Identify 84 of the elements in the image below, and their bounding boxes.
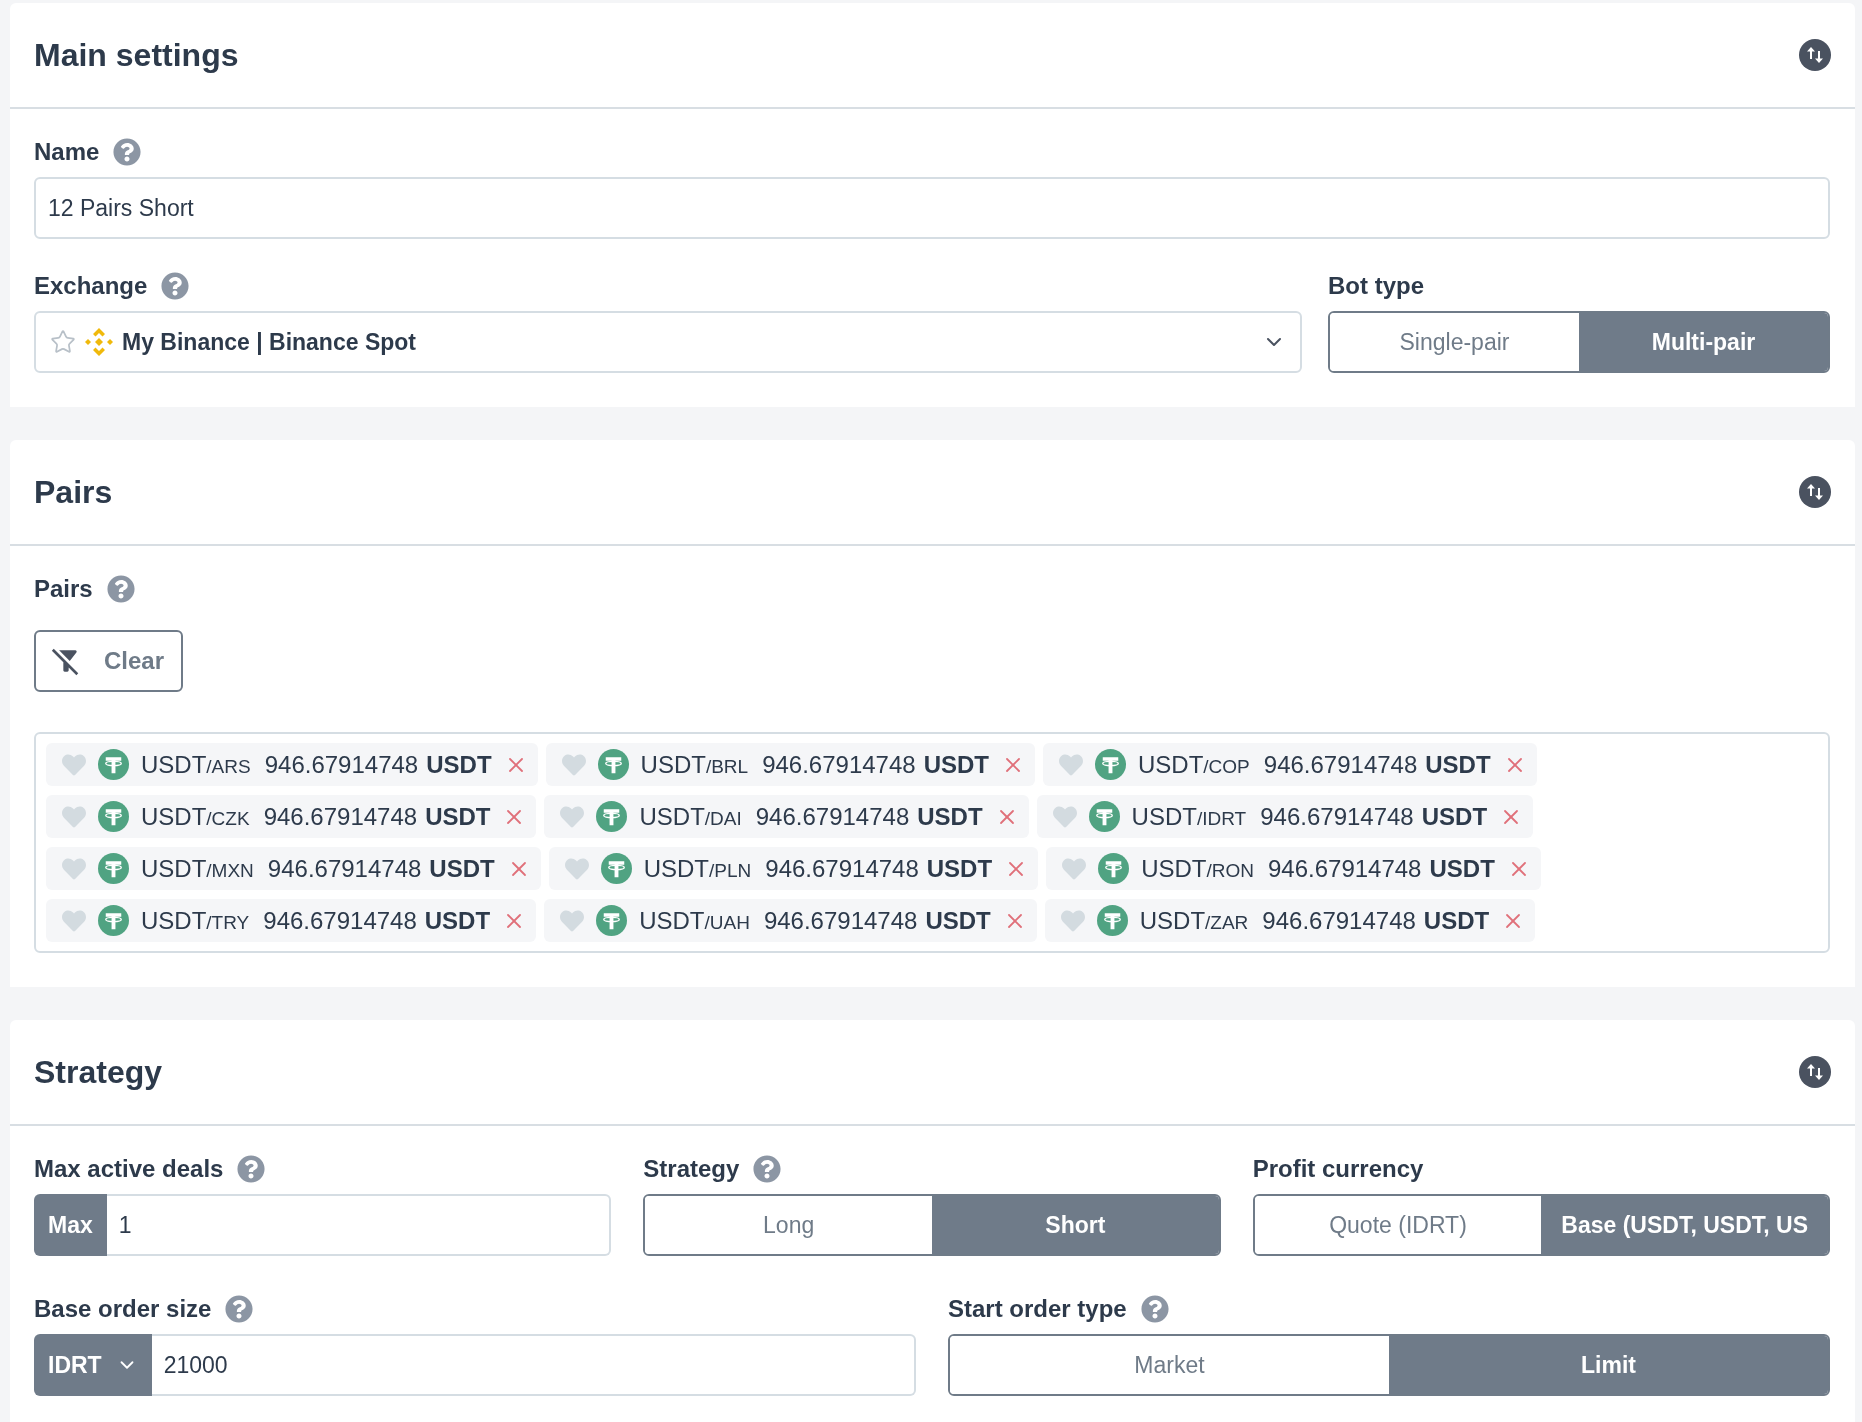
name-field[interactable]: 12 Pairs Short — [34, 177, 1830, 239]
coin-icon — [1088, 801, 1120, 832]
section-title: Main settings — [34, 36, 239, 74]
coin-icon — [1096, 905, 1128, 936]
pair-label: USDT/ARS — [141, 750, 251, 779]
pair-label: USDT/DAI — [639, 802, 742, 831]
pair-label: USDT/RON — [1141, 854, 1254, 883]
pair-amount: 946.67914748 — [1260, 802, 1414, 831]
field-label: Base order size — [34, 1295, 212, 1323]
option-button[interactable]: Limit — [1389, 1336, 1828, 1394]
option-button[interactable]: Short — [932, 1196, 1219, 1254]
exchange-select[interactable]: My Binance | Binance Spot — [34, 311, 1302, 373]
help-icon[interactable] — [113, 138, 142, 166]
help-icon[interactable] — [106, 575, 135, 603]
pair-label: USDT/IDRT — [1131, 802, 1247, 831]
pair-currency: USDT — [926, 854, 993, 883]
field-label: Pairs — [34, 575, 93, 603]
pair-amount: 946.67914748 — [264, 750, 419, 779]
pair-currency: USDT — [1429, 854, 1495, 883]
field-label: Start order type — [948, 1295, 1127, 1323]
field-label: Profit currency — [1252, 1155, 1424, 1183]
pair-amount: 946.67914748 — [762, 750, 916, 779]
pair-currency: USDT — [429, 854, 495, 883]
pair-currency: USDT — [1423, 906, 1490, 935]
select-value: My Binance | Binance Spot — [122, 328, 417, 356]
coin-icon — [596, 905, 628, 936]
field-label: Exchange — [34, 272, 148, 300]
pair-amount: 946.67914748 — [263, 906, 417, 935]
pair-amount: 946.67914748 — [263, 802, 418, 831]
max-addon: Max — [34, 1194, 107, 1256]
pair-label: USDT/COP — [1138, 750, 1250, 779]
pair-currency: USDT — [917, 802, 983, 831]
pair-label: USDT/ZAR — [1139, 906, 1249, 935]
coin-icon — [1098, 853, 1130, 884]
pair-label: USDT/BRL — [640, 750, 749, 779]
pair-currency: USDT — [426, 750, 492, 779]
pair-amount: 946.67914748 — [1262, 906, 1416, 935]
help-icon[interactable] — [1140, 1295, 1169, 1323]
coin-icon — [600, 853, 632, 884]
pair-label: USDT/TRY — [141, 906, 250, 935]
pair-amount: 946.67914748 — [765, 854, 919, 883]
pair-currency: USDT — [425, 802, 491, 831]
star-icon[interactable] — [50, 329, 76, 355]
pair-currency: USDT — [1421, 802, 1488, 831]
help-icon[interactable] — [161, 272, 190, 300]
help-icon[interactable] — [225, 1295, 254, 1323]
field-label: Max active deals — [34, 1155, 224, 1183]
option-button[interactable]: Base (USDT, USDT, US — [1541, 1196, 1828, 1254]
pair-label: USDT/PLN — [643, 854, 752, 883]
pair-amount: 946.67914748 — [1267, 854, 1422, 883]
pair-amount: 946.67914748 — [763, 906, 918, 935]
section-title: Strategy — [34, 1053, 163, 1091]
pair-label: USDT/CZK — [141, 802, 250, 831]
pair-currency: USDT — [925, 906, 991, 935]
help-icon[interactable] — [237, 1155, 266, 1183]
up-down-arrows-icon[interactable] — [1799, 1056, 1831, 1088]
pair-label: USDT/MXN — [141, 854, 254, 883]
coin-icon — [1095, 749, 1126, 780]
option-button[interactable]: Multi-pair — [1579, 313, 1828, 371]
coin-icon — [597, 749, 629, 780]
help-icon[interactable] — [753, 1155, 782, 1183]
coin-icon — [98, 905, 129, 936]
pair-currency: USDT — [424, 906, 491, 935]
coin-icon — [98, 749, 129, 780]
pair-amount: 946.67914748 — [755, 802, 910, 831]
field-label: Name — [34, 138, 100, 166]
coin-icon — [98, 853, 129, 884]
currency-dropdown[interactable]: IDRT — [34, 1334, 152, 1396]
coin-icon — [98, 801, 129, 832]
diamond-logo-icon — [84, 327, 114, 357]
pair-currency: USDT — [1425, 750, 1491, 779]
clear-button[interactable]: Clear — [34, 630, 183, 692]
section-title: Pairs — [34, 473, 113, 511]
pair-label: USDT/UAH — [639, 906, 750, 935]
coin-icon — [596, 801, 628, 832]
up-down-arrows-icon[interactable] — [1799, 476, 1831, 508]
pair-currency: USDT — [923, 750, 989, 779]
field-label: Strategy — [643, 1155, 740, 1183]
field-label: Bot type — [1328, 272, 1424, 300]
up-down-arrows-icon[interactable] — [1799, 39, 1831, 71]
pair-amount: 946.67914748 — [267, 854, 422, 883]
pair-amount: 946.67914748 — [1263, 750, 1418, 779]
base-order-field[interactable]: 21000 — [151, 1334, 916, 1396]
max-deals-field[interactable]: 1 — [106, 1194, 612, 1256]
